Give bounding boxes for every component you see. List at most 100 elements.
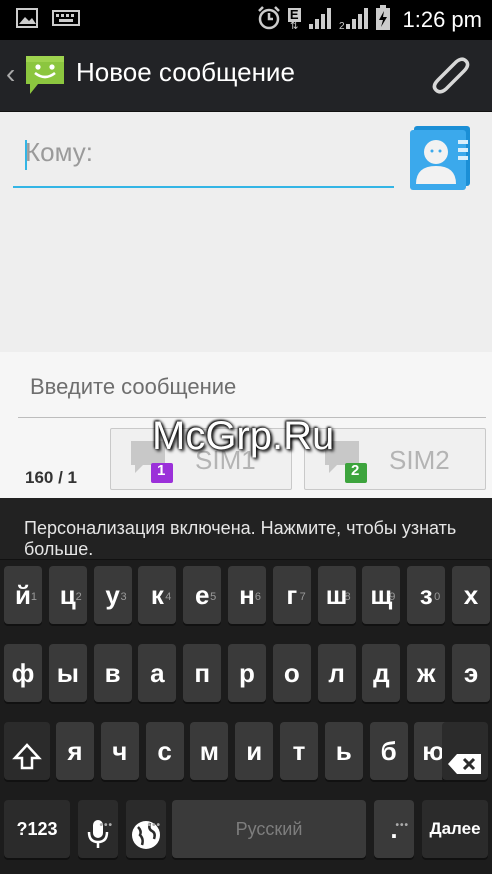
key-р-label: р [239, 658, 255, 688]
key-з[interactable]: з0 [407, 566, 446, 624]
sim1-badge: 1 [157, 462, 166, 479]
key-б-label: б [380, 736, 397, 766]
key-л-label: л [328, 658, 345, 688]
key-л[interactable]: л [317, 644, 356, 702]
send-sim2-button[interactable]: 2 SIM2 [304, 428, 486, 490]
key-ф-label: ф [11, 658, 35, 688]
spacebar-key-label: Русский [235, 819, 303, 839]
text-cursor [25, 140, 27, 170]
contact-picker-button[interactable] [410, 120, 472, 190]
key-у[interactable]: у3 [93, 566, 132, 624]
key-п[interactable]: п [183, 644, 222, 702]
message-input[interactable] [18, 362, 486, 412]
key-hint: 7 [299, 591, 306, 603]
messaging-app-icon[interactable] [22, 52, 68, 102]
key-hint: 9 [389, 591, 396, 603]
key-д[interactable]: д [362, 644, 401, 702]
keyboard-notification-icon [52, 10, 80, 30]
more-options-dots: ••• [147, 820, 161, 831]
symbols-mode-key[interactable]: ?123 [4, 800, 70, 858]
contact-card-icon [410, 126, 470, 190]
key-т-label: т [292, 736, 306, 766]
key-ы[interactable]: ы [48, 644, 87, 702]
sim1-message-icon: 1 [129, 439, 177, 489]
period-key[interactable]: . ••• [374, 800, 414, 858]
soft-keyboard: Персонализация включена. Нажмите, чтобы … [0, 498, 492, 874]
key-ц[interactable]: ц2 [48, 566, 87, 624]
language-switch-key[interactable]: ••• [126, 800, 166, 858]
signal-sim2-icon: 2 [339, 6, 369, 34]
screen: E ⇅ 2 1:26 pm ‹ Новое сообщение Кому: Вв… [0, 0, 492, 874]
more-options-dots: ••• [99, 820, 113, 831]
key-и-label: и [246, 736, 263, 766]
spacebar-key[interactable]: Русский [172, 800, 366, 858]
to-field[interactable] [13, 124, 394, 188]
key-hint: 2 [75, 591, 82, 603]
key-я-label: я [67, 736, 83, 766]
key-ч-label: ч [112, 736, 128, 766]
sim2-label: SIM2 [389, 445, 450, 475]
key-а-label: а [150, 658, 165, 688]
key-о[interactable]: о [272, 644, 311, 702]
status-bar: E ⇅ 2 1:26 pm [0, 0, 492, 40]
key-ь[interactable]: ь [324, 722, 363, 780]
suggestion-strip[interactable]: Персонализация включена. Нажмите, чтобы … [0, 498, 492, 560]
key-н[interactable]: н6 [228, 566, 266, 624]
svg-text:2: 2 [339, 21, 345, 30]
message-field[interactable] [18, 362, 486, 418]
gallery-notification-icon [16, 8, 38, 32]
key-к[interactable]: к4 [138, 566, 177, 624]
backspace-icon [442, 722, 488, 796]
key-р[interactable]: р [228, 644, 266, 702]
key-ф[interactable]: ф [4, 644, 42, 702]
key-м-label: м [199, 736, 219, 766]
key-ь-label: ь [335, 736, 352, 766]
key-я[interactable]: я [56, 722, 94, 780]
alarm-icon [256, 5, 282, 35]
key-д-label: д [373, 658, 390, 688]
key-щ[interactable]: щ9 [362, 566, 401, 624]
attach-paperclip-icon[interactable] [428, 52, 472, 100]
key-hint: 1 [30, 591, 37, 603]
key-hint: 4 [165, 591, 172, 603]
recipient-area [0, 112, 492, 352]
recipient-input[interactable] [13, 124, 394, 180]
key-а[interactable]: а [138, 644, 177, 702]
key-с[interactable]: с [145, 722, 184, 780]
key-х[interactable]: х [452, 566, 490, 624]
key-ы-label: ы [56, 658, 79, 688]
more-options-dots: ••• [395, 820, 409, 831]
key-о-label: о [283, 658, 300, 688]
key-ш[interactable]: ш8 [317, 566, 356, 624]
back-chevron-icon[interactable]: ‹ [6, 58, 15, 90]
key-ч[interactable]: ч [100, 722, 139, 780]
key-б[interactable]: б [369, 722, 408, 780]
key-э[interactable]: э [452, 644, 490, 702]
shift-key[interactable] [4, 722, 50, 780]
voice-input-key[interactable]: ••• [78, 800, 118, 858]
key-т[interactable]: т [280, 722, 318, 780]
key-hint: 8 [344, 591, 351, 603]
key-й[interactable]: й1 [4, 566, 42, 624]
symbols-mode-key-label: ?123 [16, 819, 58, 839]
sim1-label: SIM1 [195, 445, 256, 475]
battery-charging-icon [375, 5, 391, 35]
key-ж-label: ж [416, 658, 436, 688]
key-hint: 5 [210, 591, 217, 603]
key-е[interactable]: е5 [183, 566, 222, 624]
key-ж[interactable]: ж [407, 644, 446, 702]
key-в[interactable]: в [93, 644, 132, 702]
network-type-icon: E ⇅ [287, 7, 301, 32]
key-м[interactable]: м [190, 722, 229, 780]
compose-area: 160 / 1 1 SIM1 2 SIM2 [0, 352, 492, 498]
sim2-badge: 2 [351, 462, 360, 479]
next-key[interactable]: Далее [422, 800, 488, 858]
action-bar: ‹ Новое сообщение [0, 40, 492, 112]
backspace-key[interactable] [442, 722, 488, 780]
key-г[interactable]: г7 [272, 566, 311, 624]
send-sim1-button[interactable]: 1 SIM1 [110, 428, 292, 490]
page-title: Новое сообщение [76, 57, 295, 87]
clock: 1:26 pm [402, 7, 483, 32]
key-и[interactable]: и [235, 722, 274, 780]
suggestion-text: Персонализация включена. Нажмите, чтобы … [24, 518, 457, 559]
